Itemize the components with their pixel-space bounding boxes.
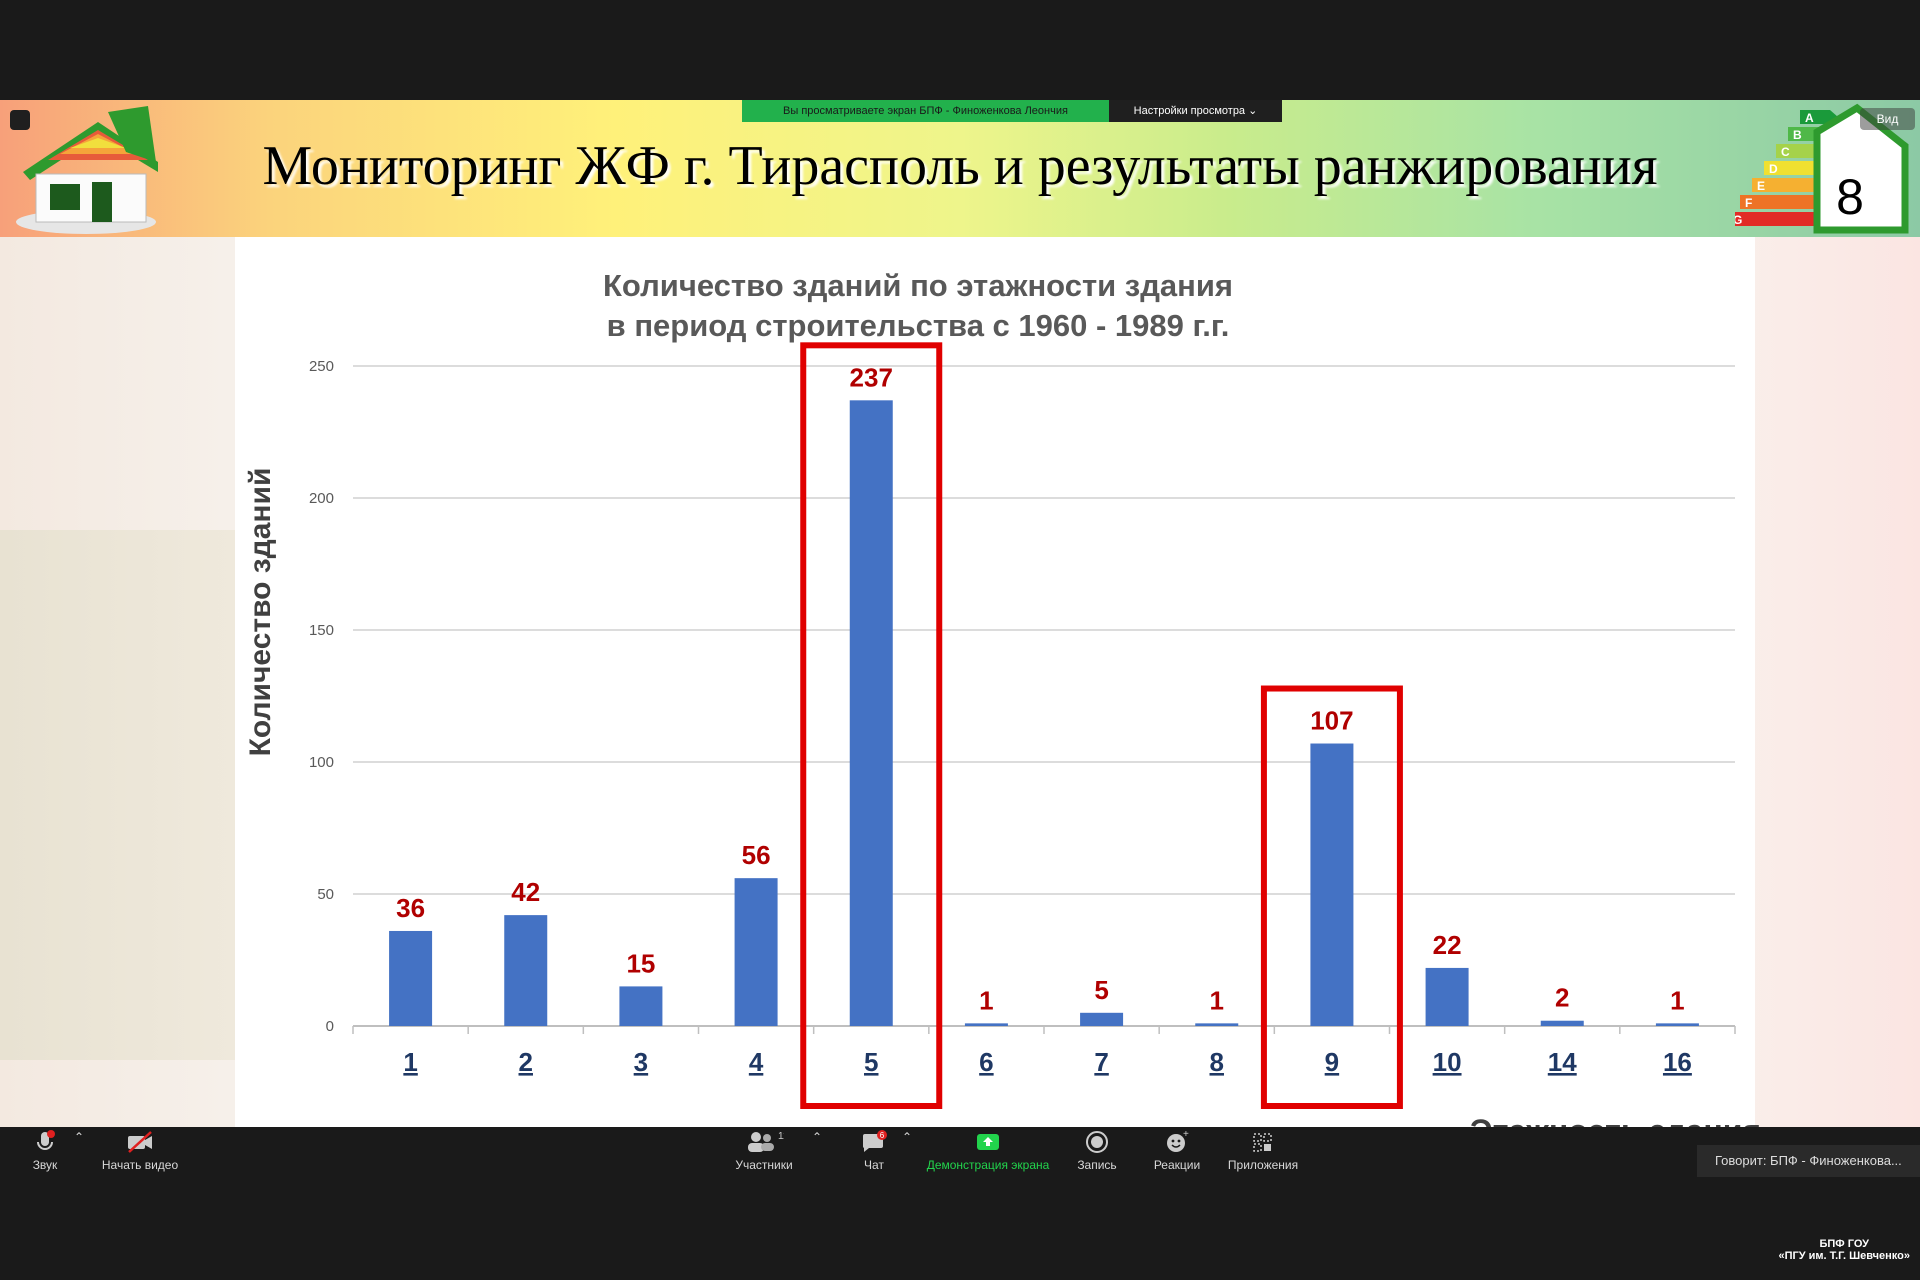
view-settings-label: Настройки просмотра xyxy=(1133,105,1246,117)
energy-letter: G xyxy=(1735,213,1742,227)
org-line-1: БПФ ГОУ xyxy=(1819,1238,1869,1250)
slide-side-tab xyxy=(0,530,235,1060)
chat-options-chevron-icon[interactable]: ⌃ xyxy=(900,1130,914,1144)
chat-badge: 6 xyxy=(880,1131,885,1140)
chat-icon: 6 xyxy=(862,1130,887,1152)
org-line-2: «ПГУ им. Т.Г. Шевченко» xyxy=(1778,1250,1910,1262)
share-screen-label: Демонстрация экрана xyxy=(926,1158,1050,1172)
chevron-down-icon: ⌄ xyxy=(1248,105,1258,117)
share-screen-button[interactable]: Демонстрация экрана xyxy=(922,1130,1054,1172)
audio-label: Звук xyxy=(32,1158,58,1172)
video-off-icon xyxy=(128,1131,152,1153)
reactions-label: Реакции xyxy=(1153,1158,1201,1172)
energy-letter: C xyxy=(1781,145,1790,159)
badge-number: 8 xyxy=(1836,169,1864,225)
participants-icon: 11 xyxy=(748,1131,784,1152)
apps-button[interactable]: Приложения xyxy=(1222,1130,1304,1172)
record-icon xyxy=(1086,1131,1108,1153)
reactions-button[interactable]: + Реакции xyxy=(1148,1130,1206,1172)
video-label: Начать видео xyxy=(101,1158,179,1172)
audio-options-chevron-icon[interactable]: ⌃ xyxy=(72,1130,86,1144)
active-speaker-indicator: Говорит: БПФ - Финоженкова... xyxy=(1697,1145,1920,1177)
energy-letter: D xyxy=(1769,162,1778,176)
reactions-icon: + xyxy=(1167,1130,1189,1152)
energy-letter: A xyxy=(1805,111,1814,125)
chat-button[interactable]: 6 Чат xyxy=(850,1130,898,1172)
top-black-bar xyxy=(0,0,1920,100)
energy-letter: F xyxy=(1745,196,1752,210)
organization-watermark: БПФ ГОУ «ПГУ им. Т.Г. Шевченко» xyxy=(1778,1238,1910,1262)
svg-text:+: + xyxy=(1183,1130,1189,1140)
audio-button[interactable]: Звук xyxy=(20,1130,70,1172)
energy-letter: E xyxy=(1757,179,1765,193)
energy-letter: B xyxy=(1793,128,1802,142)
viewing-screen-banner: Вы просматриваете экран БПФ - Финоженков… xyxy=(742,100,1109,122)
house-logo-icon xyxy=(16,106,158,234)
slide-title: Мониторинг ЖФ г. Тирасполь и результаты … xyxy=(262,135,1658,197)
shield-icon[interactable] xyxy=(10,110,30,130)
participants-count: 11 xyxy=(778,1131,784,1142)
view-button-label: Вид xyxy=(1876,112,1899,126)
view-button[interactable]: Вид xyxy=(1860,108,1915,130)
view-settings-dropdown[interactable]: Настройки просмотра ⌄ xyxy=(1109,100,1282,122)
share-screen-icon xyxy=(977,1134,999,1150)
participants-options-chevron-icon[interactable]: ⌃ xyxy=(810,1130,824,1144)
chat-label: Чат xyxy=(864,1158,884,1172)
participants-button[interactable]: 11 Участники xyxy=(722,1130,806,1172)
apps-icon xyxy=(1253,1133,1272,1152)
apps-label: Приложения xyxy=(1227,1158,1299,1172)
microphone-icon xyxy=(37,1130,55,1150)
record-button[interactable]: Запись xyxy=(1070,1130,1124,1172)
record-label: Запись xyxy=(1077,1158,1117,1172)
chart-panel xyxy=(235,237,1755,1127)
video-button[interactable]: Начать видео xyxy=(95,1130,185,1172)
participants-label: Участники xyxy=(735,1158,793,1172)
